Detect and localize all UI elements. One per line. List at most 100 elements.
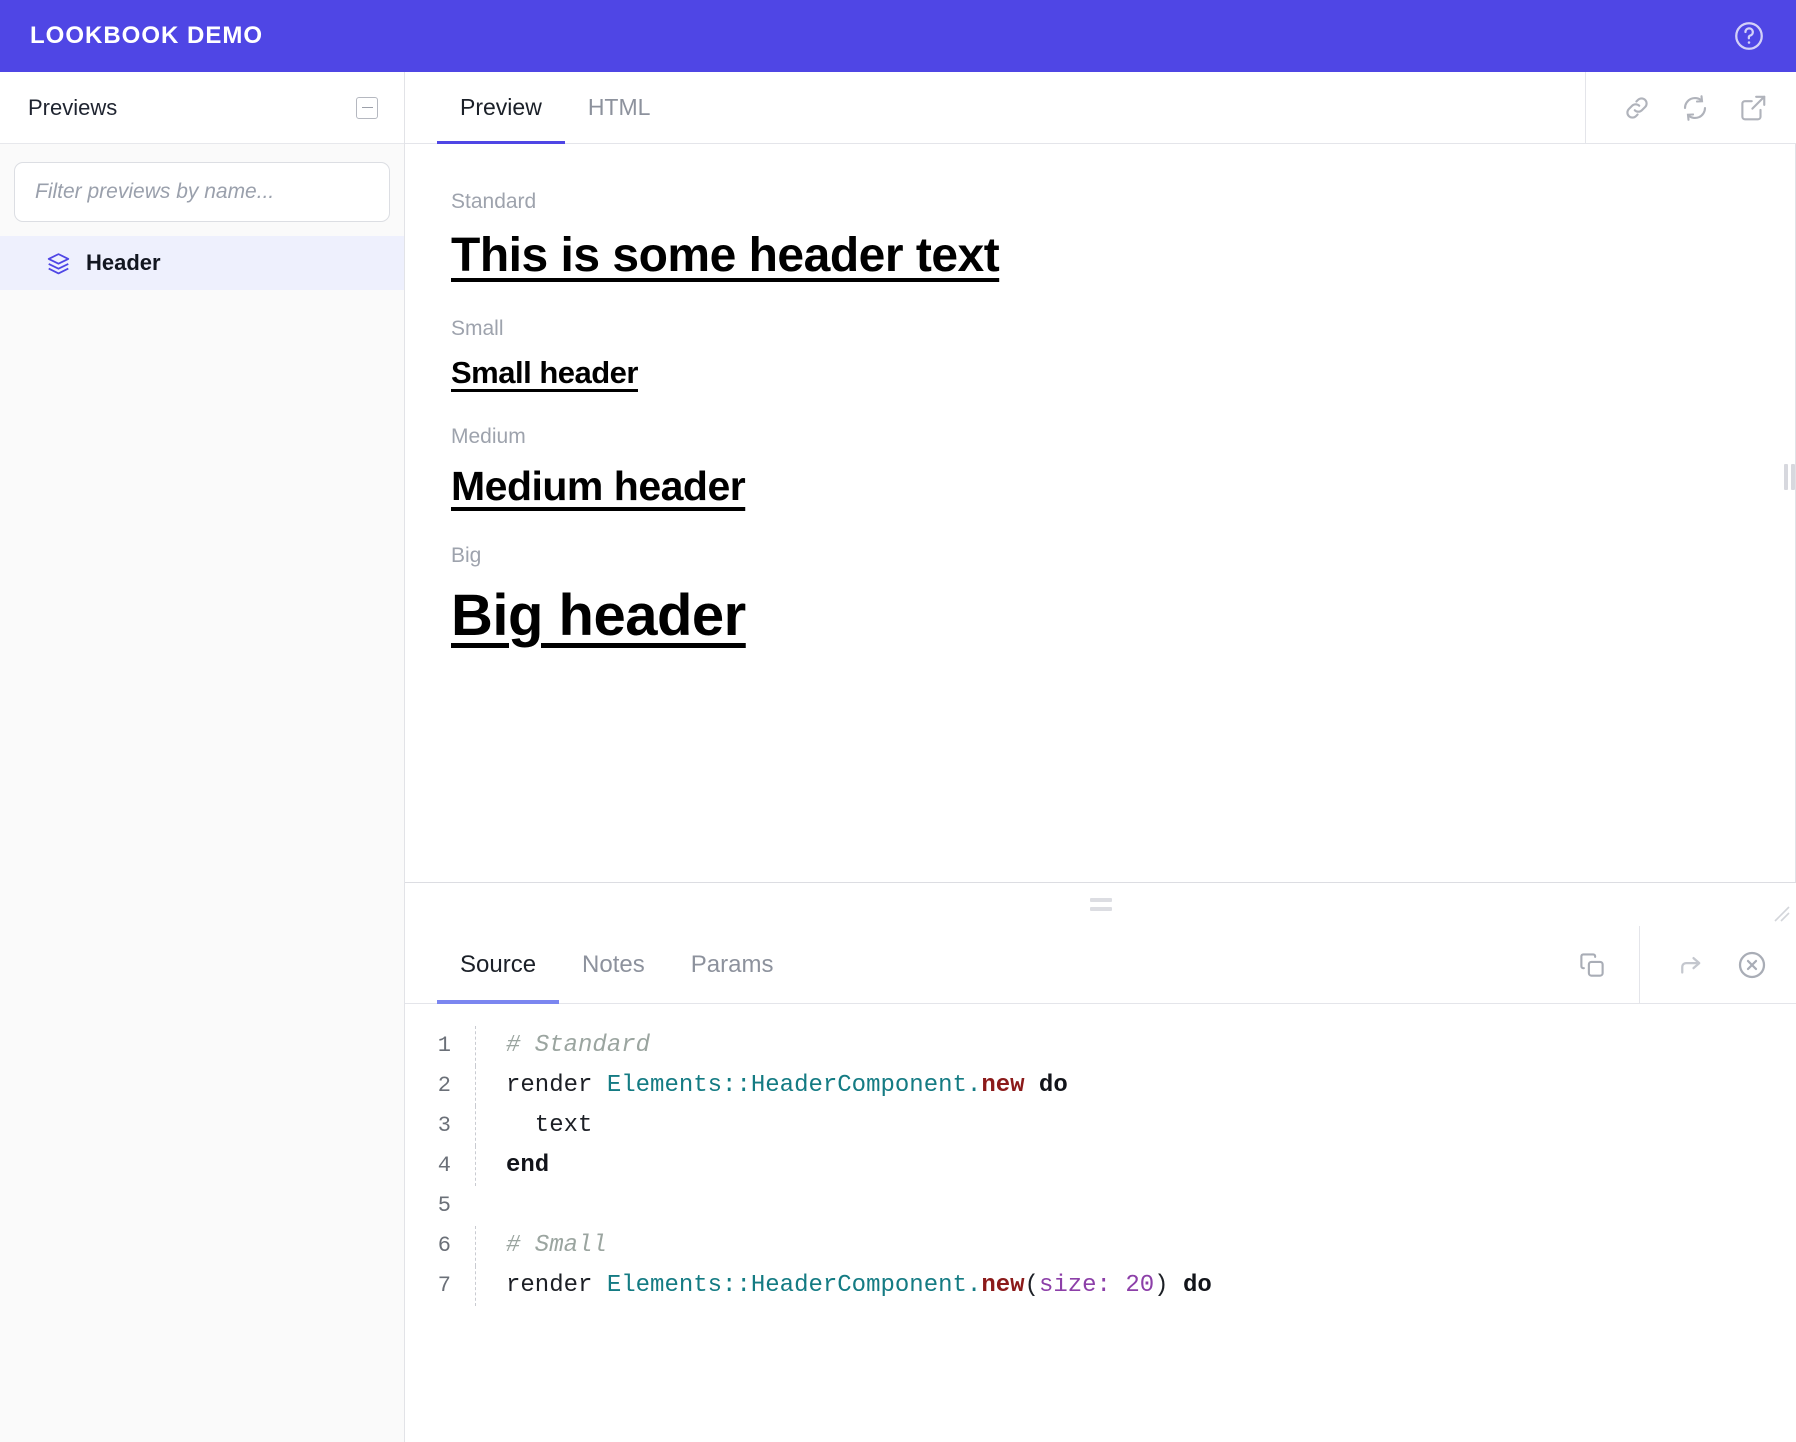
code-token: 20	[1125, 1272, 1155, 1299]
source-tabbar: Source Notes Params	[405, 926, 1796, 1004]
sample-header-small: Small header	[451, 355, 638, 390]
preview-sample: Standard This is some header text	[451, 190, 1795, 283]
collapse-minus-icon[interactable]	[356, 96, 378, 119]
sample-header-standard: This is some header text	[451, 229, 1000, 282]
preview-canvas: Standard This is some header text Small …	[405, 144, 1796, 882]
horizontal-grip-bars	[1089, 898, 1112, 911]
code-text: end	[475, 1146, 1796, 1186]
preview-sample: Medium Medium header	[451, 425, 1795, 510]
code-token: do	[1168, 1272, 1212, 1299]
code-token: (	[1024, 1272, 1039, 1299]
line-number: 1	[437, 1033, 451, 1058]
sidebar-header: Previews	[0, 72, 404, 144]
code-token: .	[966, 1072, 982, 1099]
sample-label: Big	[451, 544, 482, 567]
main-column: Preview HTML Standard This is some heade…	[405, 72, 1796, 1442]
code-token: .	[966, 1272, 982, 1299]
line-number: 5	[437, 1193, 451, 1218]
line-number: 4	[437, 1153, 451, 1178]
app-title: LOOKBOOK DEMO	[30, 22, 263, 49]
refresh-icon[interactable]	[1680, 93, 1710, 123]
source-tabs: Source Notes Params	[405, 926, 1489, 1004]
copy-zone	[1489, 926, 1639, 1003]
code-line: 4 end	[405, 1146, 1796, 1186]
code-token: # Standard	[506, 1032, 651, 1059]
code-line: 1 # Standard	[405, 1026, 1796, 1066]
tab-html-label: HTML	[587, 94, 651, 120]
code-token: ::	[722, 1272, 751, 1299]
sidebar-title: Previews	[28, 94, 118, 120]
preview-pane: Preview HTML Standard This is some heade…	[405, 72, 1796, 882]
sample-label: Small	[451, 317, 504, 340]
tab-notes-label: Notes	[582, 950, 645, 978]
question-circle-icon[interactable]	[1732, 19, 1766, 53]
code-token: HeaderComponent	[750, 1272, 967, 1299]
source-actions	[1639, 926, 1796, 1003]
top-navbar: LOOKBOOK DEMO	[0, 0, 1796, 72]
preview-actions	[1585, 72, 1796, 143]
code-token: # Small	[506, 1232, 607, 1259]
layers-icon	[46, 251, 71, 276]
line-number: 3	[437, 1113, 451, 1138]
tab-preview-label: Preview	[460, 94, 542, 120]
body-row: Previews Header	[0, 72, 1796, 1442]
sample-label: Medium	[451, 425, 526, 448]
line-number: 7	[437, 1273, 451, 1298]
sample-header-medium: Medium header	[451, 463, 746, 509]
corner-resize-grip[interactable]	[1768, 900, 1790, 922]
code-text: text	[475, 1106, 1796, 1146]
lookbook-app: LOOKBOOK DEMO Previews Filter previews b…	[0, 0, 1796, 1442]
code-line: 6 # Small	[405, 1226, 1796, 1266]
code-token: )	[1154, 1272, 1169, 1299]
sidebar: Previews Header	[0, 72, 405, 1442]
line-number: 2	[437, 1073, 451, 1098]
tab-params-label: Params	[690, 950, 774, 978]
tab-source-label: Source	[460, 950, 537, 978]
search-input[interactable]	[14, 162, 390, 222]
code-token: render	[506, 1072, 607, 1099]
filter-wrapper	[0, 144, 404, 236]
code-lines: 1 # Standard 2 render Elements::HeaderCompo…	[405, 1026, 1796, 1306]
sample-header-big: Big header	[451, 583, 746, 648]
previews-list: Header	[0, 236, 404, 1442]
code-token: Elements	[606, 1072, 723, 1099]
tab-params[interactable]: Params	[668, 926, 797, 1003]
code-line: 3 text	[405, 1106, 1796, 1146]
code-editor[interactable]: 1 # Standard 2 render Elements::HeaderCompo…	[405, 1004, 1796, 1442]
tab-preview[interactable]: Preview	[437, 72, 565, 144]
open-external-icon[interactable]	[1738, 93, 1768, 123]
copy-link-icon[interactable]	[1622, 93, 1652, 123]
tab-html[interactable]: HTML	[565, 72, 674, 143]
code-text: # Small	[475, 1226, 1796, 1266]
source-pane: Source Notes Params 1 # Standard 2 rende…	[405, 926, 1796, 1442]
close-circle-icon[interactable]	[1736, 949, 1768, 981]
preview-tabbar: Preview HTML	[405, 72, 1796, 144]
code-token: Elements	[606, 1272, 723, 1299]
preview-sample: Small Small header	[451, 317, 1795, 391]
arrow-forward-icon[interactable]	[1676, 950, 1706, 980]
sample-label: Standard	[451, 190, 537, 213]
tab-source[interactable]: Source	[437, 926, 560, 1004]
code-token: do	[1024, 1072, 1068, 1099]
preview-tabs: Preview HTML	[405, 72, 1585, 144]
code-token: new	[981, 1072, 1025, 1099]
code-line: 7 render Elements::HeaderComponent.new(si…	[405, 1266, 1796, 1306]
code-text: render Elements::HeaderComponent.new(siz…	[475, 1266, 1796, 1306]
code-line: 5	[405, 1186, 1796, 1226]
code-line: 2 render Elements::HeaderComponent.new do	[405, 1066, 1796, 1106]
code-token: size:	[1038, 1272, 1111, 1299]
code-text: render Elements::HeaderComponent.new do	[475, 1066, 1796, 1106]
code-token: end	[506, 1152, 550, 1179]
sidebar-item-header[interactable]: Header	[0, 236, 404, 290]
tab-notes[interactable]: Notes	[559, 926, 668, 1003]
preview-sample: Big Big header	[451, 544, 1795, 649]
line-number: 6	[437, 1233, 451, 1258]
code-token: text	[506, 1112, 593, 1139]
code-token: HeaderComponent	[750, 1072, 967, 1099]
code-text: # Standard	[475, 1026, 1796, 1066]
vertical-resize-grip[interactable]	[1782, 72, 1796, 882]
copy-icon[interactable]	[1577, 950, 1607, 980]
code-token: new	[981, 1272, 1025, 1299]
horizontal-resize-grip[interactable]	[405, 882, 1796, 926]
